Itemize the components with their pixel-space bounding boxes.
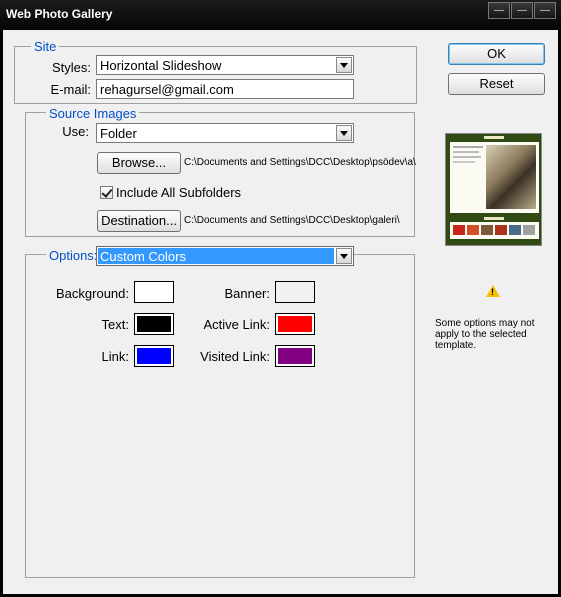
styles-dropdown[interactable]: Horizontal Slideshow (96, 55, 354, 75)
banner-color-swatch[interactable] (275, 281, 315, 303)
banner-color-fill (278, 284, 312, 300)
title-bar: Web Photo Gallery — — — (0, 0, 561, 30)
background-color-swatch[interactable] (134, 281, 174, 303)
options-value: Custom Colors (98, 248, 334, 264)
options-group (25, 254, 415, 578)
visited-link-color-swatch[interactable] (275, 345, 315, 367)
preview-banner (484, 136, 504, 139)
chevron-down-icon[interactable] (336, 248, 352, 264)
help-icon: — (494, 5, 504, 16)
active-link-color-fill (278, 316, 312, 332)
background-color-fill (137, 284, 171, 300)
banner-color-label: Banner: (224, 286, 270, 301)
options-legend: Options: (46, 248, 101, 263)
minimize-button[interactable]: — (511, 2, 533, 19)
background-color-label: Background: (56, 286, 129, 301)
help-button[interactable]: — (488, 2, 510, 19)
preview-text-line (453, 146, 483, 148)
window-title: Web Photo Gallery (6, 7, 113, 21)
preview-thumb (495, 225, 507, 235)
destination-path: C:\Documents and Settings\DCC\Desktop\ga… (184, 215, 400, 226)
source-images-legend: Source Images (46, 106, 140, 121)
include-subfolders-label[interactable]: Include All Subfolders (116, 185, 241, 200)
styles-label: Styles: (51, 60, 91, 75)
text-color-swatch[interactable] (134, 313, 174, 335)
preview-text-line (453, 161, 475, 163)
email-field[interactable]: rehagursel@gmail.com (96, 79, 354, 99)
preview-text-line (453, 151, 479, 153)
text-color-fill (137, 316, 171, 332)
use-value: Folder (100, 126, 137, 141)
active-link-color-label: Active Link: (203, 317, 270, 332)
active-link-color-swatch[interactable] (275, 313, 315, 335)
close-icon: — (540, 5, 550, 16)
dialog-client-area: Site Styles: Horizontal Slideshow E-mail… (3, 30, 558, 594)
preview-thumb (509, 225, 521, 235)
ok-button[interactable]: OK (448, 43, 545, 65)
warning-exclamation: ! (491, 287, 494, 297)
options-dropdown[interactable]: Custom Colors (96, 246, 354, 266)
preview-caption (484, 217, 504, 220)
close-button[interactable]: — (534, 2, 556, 19)
template-preview (445, 133, 542, 246)
include-subfolders-checkbox[interactable] (100, 186, 113, 199)
browse-path: C:\Documents and Settings\DCC\Desktop\ps… (184, 157, 416, 168)
preview-thumb (481, 225, 493, 235)
preview-main-panel (450, 142, 539, 213)
preview-photo (486, 145, 536, 209)
browse-button[interactable]: Browse... (97, 152, 181, 174)
email-label: E-mail: (50, 82, 91, 97)
preview-thumb (453, 225, 465, 235)
notice-line-3: template. (435, 340, 477, 351)
chevron-down-icon[interactable] (336, 125, 352, 141)
visited-link-color-label: Visited Link: (200, 349, 270, 364)
link-color-swatch[interactable] (134, 345, 174, 367)
link-color-fill (137, 348, 171, 364)
use-dropdown[interactable]: Folder (96, 123, 354, 143)
preview-text-line (453, 156, 481, 158)
text-color-label: Text: (101, 317, 129, 332)
minimize-icon: — (517, 5, 527, 16)
link-color-label: Link: (101, 349, 129, 364)
visited-link-color-fill (278, 348, 312, 364)
use-label[interactable]: Use: (43, 124, 89, 139)
destination-button[interactable]: Destination... (97, 210, 181, 232)
preview-thumbnail-strip (450, 222, 539, 239)
preview-thumb (467, 225, 479, 235)
site-legend: Site (31, 39, 60, 54)
reset-button[interactable]: Reset (448, 73, 545, 95)
preview-thumb (523, 225, 535, 235)
chevron-down-icon[interactable] (336, 57, 352, 73)
styles-value: Horizontal Slideshow (100, 58, 222, 73)
warning-icon: ! (486, 285, 500, 297)
